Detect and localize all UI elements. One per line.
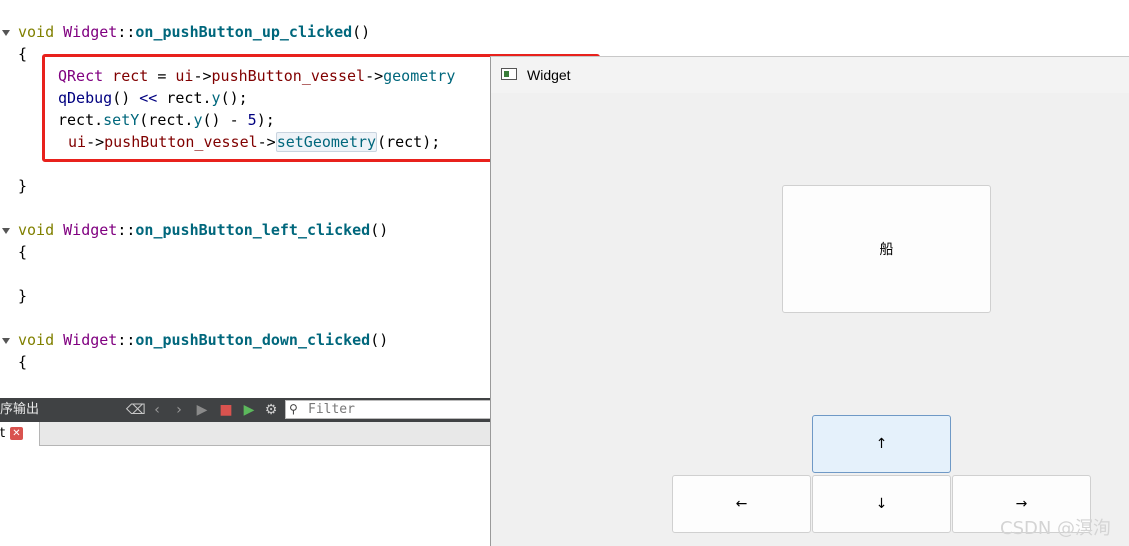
output-tab-label: t bbox=[0, 426, 6, 441]
rerun-icon[interactable]: ▶ bbox=[240, 398, 258, 422]
code-line-brace: { bbox=[18, 243, 28, 261]
code-line-qrect: QRect rect = ui->pushButton_vessel->geom… bbox=[58, 67, 456, 85]
code-line-brace: { bbox=[18, 353, 28, 371]
prev-icon[interactable]: ‹ bbox=[148, 398, 166, 422]
watermark: CSDN @溟洵 bbox=[1000, 518, 1112, 539]
output-tab-bar: t ✕ bbox=[0, 422, 491, 446]
search-icon: ⚲ bbox=[289, 402, 298, 416]
next-icon[interactable]: › bbox=[170, 398, 188, 422]
fold-arrow-icon[interactable] bbox=[2, 30, 10, 36]
widget-window: Widget 船 ↑ ← ↓ → bbox=[490, 56, 1129, 546]
code-line-fn-left: void Widget::on_pushButton_left_clicked(… bbox=[18, 221, 389, 239]
code-line-setgeometry: ui->pushButton_vessel->setGeometry(rect)… bbox=[68, 132, 441, 152]
code-line-brace-close: } bbox=[18, 287, 28, 305]
output-tab[interactable]: t ✕ bbox=[0, 422, 40, 446]
code-line-brace-close: } bbox=[18, 177, 28, 195]
filter-input[interactable]: ⚲ Filter bbox=[285, 400, 491, 419]
code-line-sety: rect.setY(rect.y() - 5); bbox=[58, 111, 275, 129]
window-app-icon bbox=[501, 68, 517, 80]
settings-icon[interactable]: ⚙ bbox=[262, 398, 280, 422]
output-panel-toolbar: 序输出 ⌫ ‹ › ▶ ■ ▶ ⚙ ⚲ Filter bbox=[0, 398, 491, 422]
window-title: Widget bbox=[527, 67, 571, 83]
vessel-button[interactable]: 船 bbox=[782, 185, 991, 313]
left-button[interactable]: ← bbox=[672, 475, 811, 533]
code-line-qdebug: qDebug() << rect.y(); bbox=[58, 89, 248, 107]
fold-arrow-icon[interactable] bbox=[2, 338, 10, 344]
up-button[interactable]: ↑ bbox=[812, 415, 951, 473]
code-line-fn-down: void Widget::on_pushButton_down_clicked(… bbox=[18, 331, 389, 349]
code-line-fn-up: void Widget::on_pushButton_up_clicked() bbox=[18, 23, 371, 41]
stop-icon[interactable]: ■ bbox=[217, 398, 235, 422]
output-body bbox=[0, 446, 491, 546]
code-line-brace: { bbox=[18, 45, 28, 63]
down-button[interactable]: ↓ bbox=[812, 475, 951, 533]
close-icon[interactable]: ✕ bbox=[10, 427, 23, 440]
filter-placeholder: Filter bbox=[308, 402, 355, 417]
output-panel-title: 序输出 bbox=[0, 402, 40, 417]
clear-icon[interactable]: ⌫ bbox=[126, 398, 146, 422]
fold-arrow-icon[interactable] bbox=[2, 228, 10, 234]
run-icon[interactable]: ▶ bbox=[193, 398, 211, 422]
window-titlebar[interactable]: Widget bbox=[491, 57, 1129, 93]
